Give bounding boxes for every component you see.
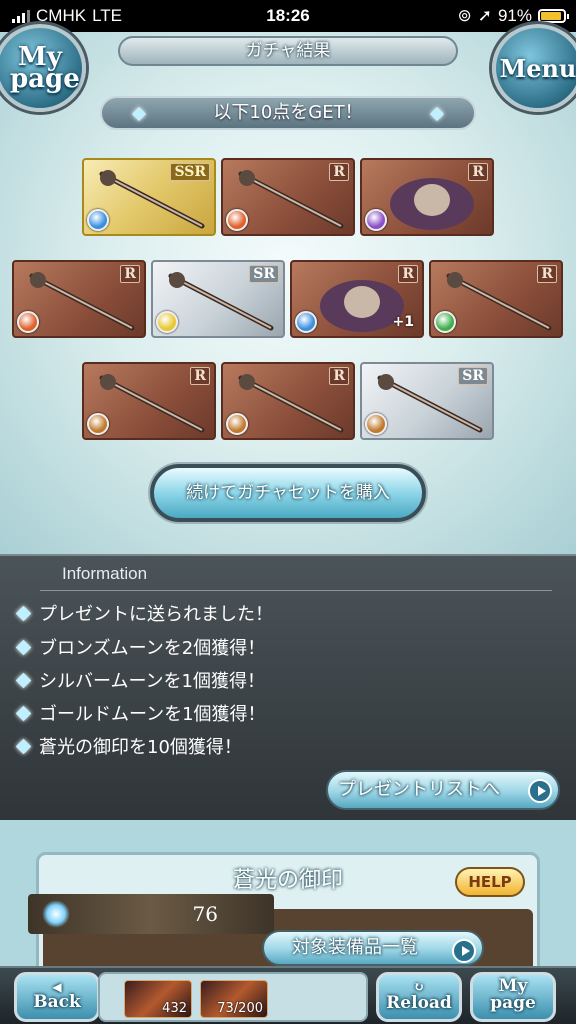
reward-card[interactable]: R [82,362,216,440]
mypage-corner-label: My page [10,42,80,94]
information-heading: Information [62,564,148,583]
element-icon [87,209,109,231]
buy-again-label: 続けてガチャセットを購入 [186,483,390,503]
reward-card[interactable]: R [429,260,563,338]
reward-card[interactable]: SR [151,260,285,338]
information-panel: Information プレゼントに送られました！ ブロンズムーンを2個獲得！ … [0,554,576,820]
back-label: Back [33,992,81,1012]
rarity-badge: SR [249,265,279,283]
element-icon [17,311,39,333]
item-icon[interactable]: 432 [124,980,192,1018]
element-icon [295,311,317,333]
gacha-result-area: ガチャ結果 My page Menu 以下10点をGET！ SSR R R R SR R +… [0,24,576,554]
page-title: ガチャ結果 [118,36,458,66]
info-message-text: ブロンズムーンを2個獲得！ [39,638,266,659]
rarity-badge: R [537,265,557,283]
sparkle-icon [42,900,70,928]
back-button[interactable]: ◀ Back [14,972,100,1022]
bottom-nav: ◀ Back 432 73/200 ↻ Reload My page [0,966,576,1024]
battery-icon [538,9,569,23]
item-count: 73/200 [217,1001,263,1016]
item-count: 432 [162,1001,187,1016]
info-message: 蒼光の御印を10個獲得！ [15,733,242,759]
status-bar: CMHK LTE 18:26 ⊚ ➚ 91% [0,0,576,32]
info-message-text: 蒼光の御印を10個獲得！ [39,737,242,758]
status-right: ⊚ ➚ 91% [457,6,569,26]
rotation-lock-icon: ⊚ [457,6,472,25]
element-icon [156,311,178,333]
reward-card[interactable]: R +1 [290,260,424,338]
rarity-badge: R [190,367,210,385]
item-icon[interactable]: 73/200 [200,980,268,1018]
equipment-list-button[interactable]: 対象装備品一覧 [262,930,484,966]
info-message: シルバームーンを1個獲得！ [15,667,266,693]
item-shortcuts: 432 73/200 [98,972,368,1022]
reward-card[interactable]: R [360,158,494,236]
menu-label: Menu [499,53,576,83]
rarity-badge: R [329,367,349,385]
divider [40,590,552,591]
element-icon [226,209,248,231]
bonus-badge: +1 [392,314,414,330]
rarity-badge: SR [458,367,488,385]
element-icon [434,311,456,333]
info-message: ブロンズムーンを2個獲得！ [15,634,266,660]
result-banner-text: 以下10点をGET！ [213,102,363,123]
rarity-badge: R [120,265,140,283]
diamond-icon [15,738,32,754]
result-banner: 以下10点をGET！ [100,96,476,130]
element-icon [226,413,248,435]
diamond-icon [15,705,32,721]
diamond-icon [15,605,32,621]
seal-section: 蒼光の御印 HELP 76 対象装備品一覧 [0,820,576,999]
element-icon [365,413,387,435]
reward-card[interactable]: SR [360,362,494,440]
reward-card[interactable]: SSR [82,158,216,236]
diamond-icon [15,672,32,688]
help-button[interactable]: HELP [455,867,525,897]
info-message: ゴールドムーンを1個獲得！ [15,700,266,726]
rarity-badge: R [329,163,349,181]
present-list-button[interactable]: プレゼントリストへ [326,770,560,810]
info-message-text: ゴールドムーンを1個獲得！ [39,704,266,725]
battery-percent: 91% [497,6,532,25]
rarity-badge: R [468,163,488,181]
mypage-button[interactable]: My page [470,972,556,1022]
info-message-text: プレゼントに送られました！ [39,604,273,625]
reward-card[interactable]: R [221,362,355,440]
buy-again-button[interactable]: 続けてガチャセットを購入 [150,464,426,522]
reward-card[interactable]: R [12,260,146,338]
element-icon [87,413,109,435]
element-icon [365,209,387,231]
diamond-icon [429,106,445,122]
reward-card[interactable]: R [221,158,355,236]
diamond-icon [15,639,32,655]
mypage-label: My page [490,976,536,1013]
equipment-list-label: 対象装備品一覧 [292,937,418,958]
rarity-badge: SSR [170,163,210,181]
location-icon: ➚ [477,6,492,25]
reload-label: Reload [386,993,452,1013]
rarity-badge: R [398,265,418,283]
menu-button[interactable]: Menu [492,24,576,112]
info-message-text: シルバームーンを1個獲得！ [39,671,266,692]
info-message: プレゼントに送られました！ [15,600,273,626]
diamond-icon [131,106,147,122]
page-title-text: ガチャ結果 [245,41,331,61]
arrow-right-icon [452,939,476,963]
arrow-right-icon [528,779,552,803]
reload-button[interactable]: ↻ Reload [376,972,462,1022]
present-list-label: プレゼントリストへ [338,779,500,800]
mypage-corner-button[interactable]: My page [0,24,86,112]
